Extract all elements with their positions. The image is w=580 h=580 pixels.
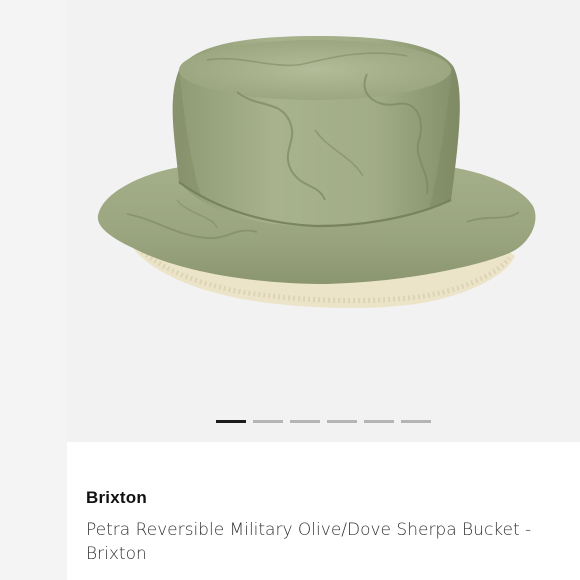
screen: Brixton Petra Reversible Military Olive/… bbox=[0, 0, 580, 580]
carousel-dot-2[interactable] bbox=[253, 420, 283, 423]
listing-title[interactable]: Petra Reversible Military Olive/Dove She… bbox=[86, 518, 566, 566]
product-image-gallery[interactable] bbox=[67, 0, 580, 442]
listing-card: Brixton Petra Reversible Military Olive/… bbox=[67, 0, 580, 580]
carousel-dot-6[interactable] bbox=[401, 420, 431, 423]
hat-top bbox=[179, 40, 451, 100]
product-photo[interactable] bbox=[67, 0, 580, 442]
carousel-indicators bbox=[67, 420, 580, 428]
carousel-dot-5[interactable] bbox=[364, 420, 394, 423]
carousel-dot-4[interactable] bbox=[327, 420, 357, 423]
brand-name[interactable]: Brixton bbox=[86, 488, 147, 508]
carousel-dot-3[interactable] bbox=[290, 420, 320, 423]
carousel-dot-1[interactable] bbox=[216, 420, 246, 423]
